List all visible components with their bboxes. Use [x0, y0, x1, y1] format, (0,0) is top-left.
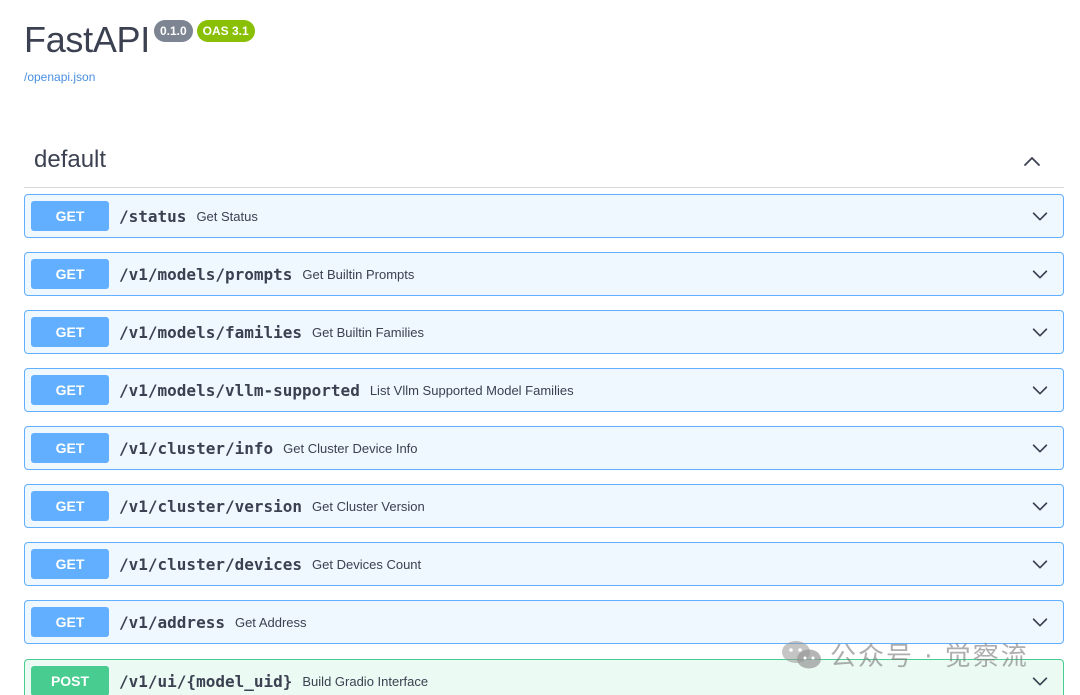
watermark: 公众号 · 觉察流 [780, 636, 1029, 673]
operation-summary: List Vllm Supported Model Families [369, 382, 574, 398]
operation-path: /v1/cluster/info [119, 438, 274, 458]
operation-summary: Get Address [234, 614, 307, 630]
operation-path: /v1/cluster/devices [119, 554, 303, 574]
operation-path: /v1/cluster/version [119, 496, 303, 516]
wechat-icon [782, 640, 821, 668]
operation-summary: Get Devices Count [312, 556, 422, 572]
chevron-down-icon[interactable] [1029, 205, 1051, 227]
method-badge: GET [31, 317, 109, 347]
version-badge: 0.1.0 [153, 20, 193, 42]
operation-path: /v1/ui/{model_uid} [119, 671, 293, 691]
operation-summary: Build Gradio Interface [302, 673, 429, 689]
operation-row[interactable]: GET/v1/cluster/version Get Cluster Versio… [24, 484, 1064, 528]
method-badge: GET [31, 375, 109, 405]
chevron-down-icon[interactable] [1029, 670, 1051, 692]
method-badge: GET [31, 549, 109, 579]
operation-summary: Get Builtin Prompts [302, 266, 415, 282]
operation-row[interactable]: GET/status Get Status [24, 194, 1064, 238]
oas-badge: OAS 3.1 [196, 20, 255, 42]
operation-summary: Get Cluster Version [312, 498, 425, 514]
method-badge: GET [31, 433, 109, 463]
chevron-up-icon[interactable] [1020, 150, 1044, 174]
method-badge: GET [31, 259, 109, 289]
operation-path: /v1/models/prompts [119, 264, 293, 284]
operation-row[interactable]: GET/v1/cluster/info Get Cluster Device In… [24, 426, 1064, 470]
section-header-default[interactable]: default [24, 138, 1064, 188]
operation-row[interactable]: GET/v1/cluster/devices Get Devices Count [24, 542, 1064, 586]
method-badge: POST [31, 666, 109, 695]
chevron-down-icon[interactable] [1029, 321, 1051, 343]
operation-summary: Get Cluster Device Info [283, 440, 418, 456]
watermark-text: 公众号 · 觉察流 [830, 642, 1029, 672]
openapi-json-link[interactable]: /openapi.json [24, 70, 95, 84]
chevron-down-icon[interactable] [1029, 379, 1051, 401]
chevron-down-icon[interactable] [1029, 553, 1051, 575]
operation-path: /v1/models/families [119, 322, 303, 342]
section-title: default [34, 146, 107, 173]
chevron-down-icon[interactable] [1029, 263, 1051, 285]
chevron-down-icon[interactable] [1029, 437, 1051, 459]
chevron-down-icon[interactable] [1029, 495, 1051, 517]
method-badge: GET [31, 491, 109, 521]
operation-path: /v1/models/vllm-supported [119, 380, 360, 400]
title-row: FastAPI 0.1.0 OAS 3.1 [24, 18, 255, 62]
operation-row[interactable]: GET/v1/models/vllm-supported List Vllm Su… [24, 368, 1064, 412]
method-badge: GET [31, 607, 109, 637]
operation-path: /v1/address [119, 612, 225, 632]
app-title: FastAPI [24, 19, 150, 60]
operation-path: /status [119, 206, 187, 226]
operation-summary: Get Status [196, 208, 258, 224]
swagger-page: FastAPI 0.1.0 OAS 3.1 /openapi.json defa… [0, 0, 1080, 695]
operation-row[interactable]: GET/v1/models/prompts Get Builtin Prompts [24, 252, 1064, 296]
operation-summary: Get Builtin Families [312, 324, 425, 340]
chevron-down-icon[interactable] [1029, 611, 1051, 633]
operation-row[interactable]: GET/v1/models/families Get Builtin Famili… [24, 310, 1064, 354]
method-badge: GET [31, 201, 109, 231]
